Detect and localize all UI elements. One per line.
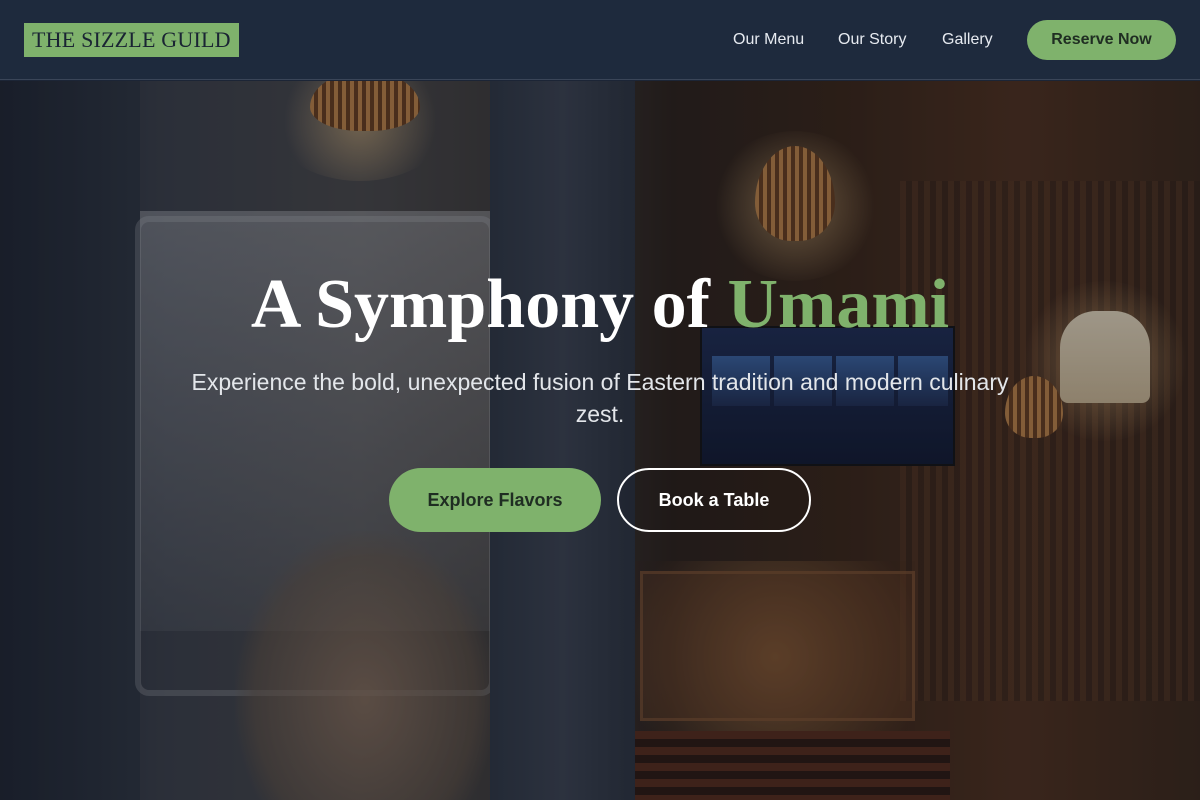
hero-title-main: A Symphony of	[250, 266, 728, 343]
explore-flavors-button[interactable]: Explore Flavors	[389, 468, 601, 532]
nav-link-gallery[interactable]: Gallery	[942, 28, 993, 52]
hero-title: A Symphony of Umami	[0, 264, 1200, 346]
brand-logo[interactable]: THE SIZZLE GUILD	[24, 23, 239, 57]
book-a-table-button[interactable]: Book a Table	[617, 468, 811, 532]
top-navbar: THE SIZZLE GUILD Our Menu Our Story Gall…	[0, 0, 1200, 80]
nav-link-our-story[interactable]: Our Story	[838, 28, 906, 52]
hero-section	[0, 81, 1200, 800]
reserve-now-button[interactable]: Reserve Now	[1027, 20, 1176, 60]
hero-subtitle: Experience the bold, unexpected fusion o…	[191, 369, 1009, 427]
hero-title-accent: Umami	[727, 266, 950, 343]
nav-link-our-menu[interactable]: Our Menu	[733, 28, 804, 52]
